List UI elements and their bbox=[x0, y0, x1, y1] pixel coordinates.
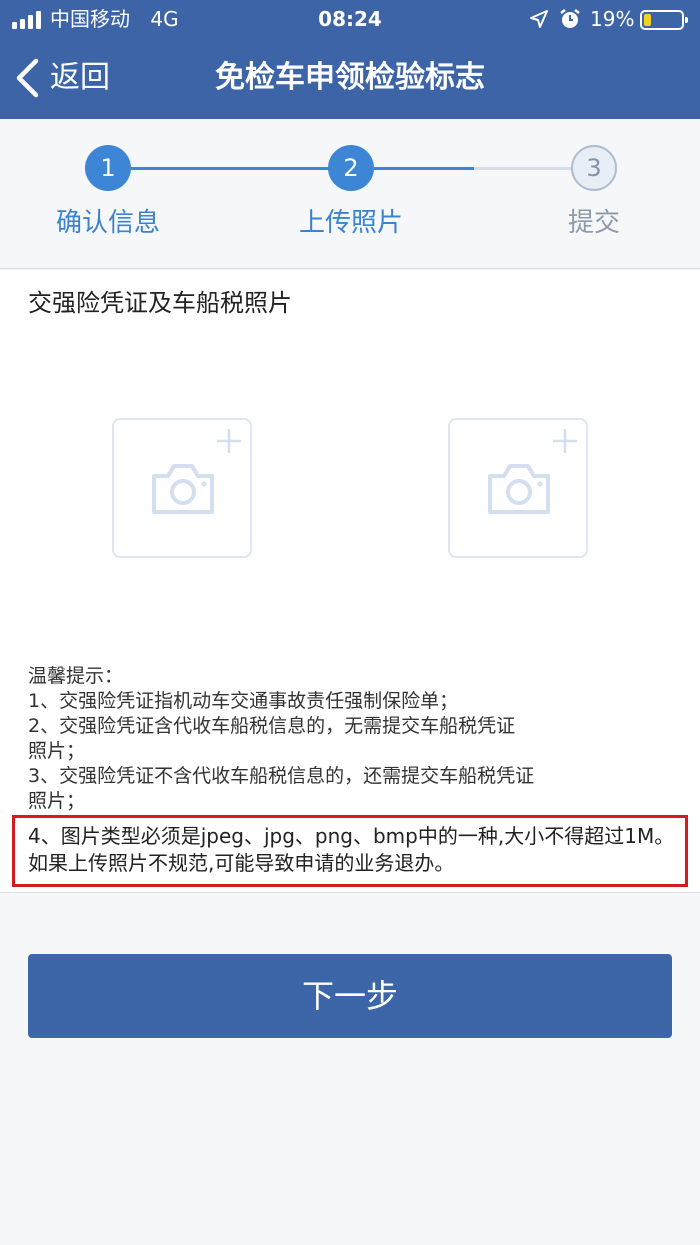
step-2-label: 上传照片 bbox=[298, 208, 403, 238]
tips-block: 温馨提示： 1、交强险凭证指机动车交通事故责任强制保险单； 2、交强险凭证含代收… bbox=[28, 664, 658, 814]
tip-line: 2、交强险凭证含代收车船税信息的，无需提交车船税凭证 bbox=[28, 715, 516, 737]
step-connector-2-3 bbox=[374, 167, 474, 170]
battery-icon bbox=[640, 10, 688, 30]
step-1-circle: 1 bbox=[85, 145, 131, 191]
tip-line: 照片； bbox=[28, 740, 86, 762]
tip-line: 1、交强险凭证指机动车交通事故责任强制保险单； bbox=[28, 690, 459, 712]
tips-heading: 温馨提示： bbox=[28, 665, 124, 687]
tip-line: 照片； bbox=[28, 790, 86, 812]
plus-icon bbox=[217, 429, 241, 453]
camera-icon bbox=[488, 464, 550, 514]
nav-bar: 返回 免检车申领检验标志 bbox=[0, 38, 700, 119]
upload-panel: 交强险凭证及车船税照片 温馨提示： 1、交强险凭证指机动车交通事故责任强制保险单… bbox=[0, 270, 700, 893]
step-connector-2-3-pending bbox=[474, 167, 571, 170]
camera-icon bbox=[152, 464, 214, 514]
battery-percent: 19% bbox=[590, 7, 635, 31]
upload-photo-slot-1[interactable] bbox=[112, 418, 252, 558]
highlighted-tip-box: 4、图片类型必须是jpeg、jpg、png、bmp中的一种,大小不得超过1M。如… bbox=[12, 815, 688, 887]
page-title: 免检车申领检验标志 bbox=[215, 60, 485, 95]
step-1-label: 确认信息 bbox=[55, 208, 160, 238]
alarm-clock-icon bbox=[560, 9, 580, 28]
status-bar: 中国移动 4G 08:24 19% bbox=[0, 0, 700, 38]
step-3-label: 提交 bbox=[567, 208, 620, 238]
step-3-circle: 3 bbox=[571, 145, 617, 191]
highlighted-tip-text: 4、图片类型必须是jpeg、jpg、png、bmp中的一种,大小不得超过1M。如… bbox=[28, 824, 675, 875]
plus-icon bbox=[553, 429, 577, 453]
battery-level-fill bbox=[644, 14, 651, 26]
upload-photo-slot-2[interactable] bbox=[448, 418, 588, 558]
next-step-button[interactable]: 下一步 bbox=[28, 954, 672, 1038]
tip-line: 3、交强险凭证不含代收车船税信息的，还需提交车船税凭证 bbox=[28, 765, 535, 787]
app-header: 中国移动 4G 08:24 19% 返回 免检车申领检验标志 bbox=[0, 0, 700, 119]
progress-steps: 1 2 3 确认信息 上传照片 提交 bbox=[0, 119, 700, 269]
step-connector-1-2 bbox=[131, 167, 330, 170]
section-title: 交强险凭证及车船税照片 bbox=[28, 289, 292, 317]
location-arrow-icon bbox=[530, 10, 548, 28]
step-2-circle: 2 bbox=[328, 145, 374, 191]
